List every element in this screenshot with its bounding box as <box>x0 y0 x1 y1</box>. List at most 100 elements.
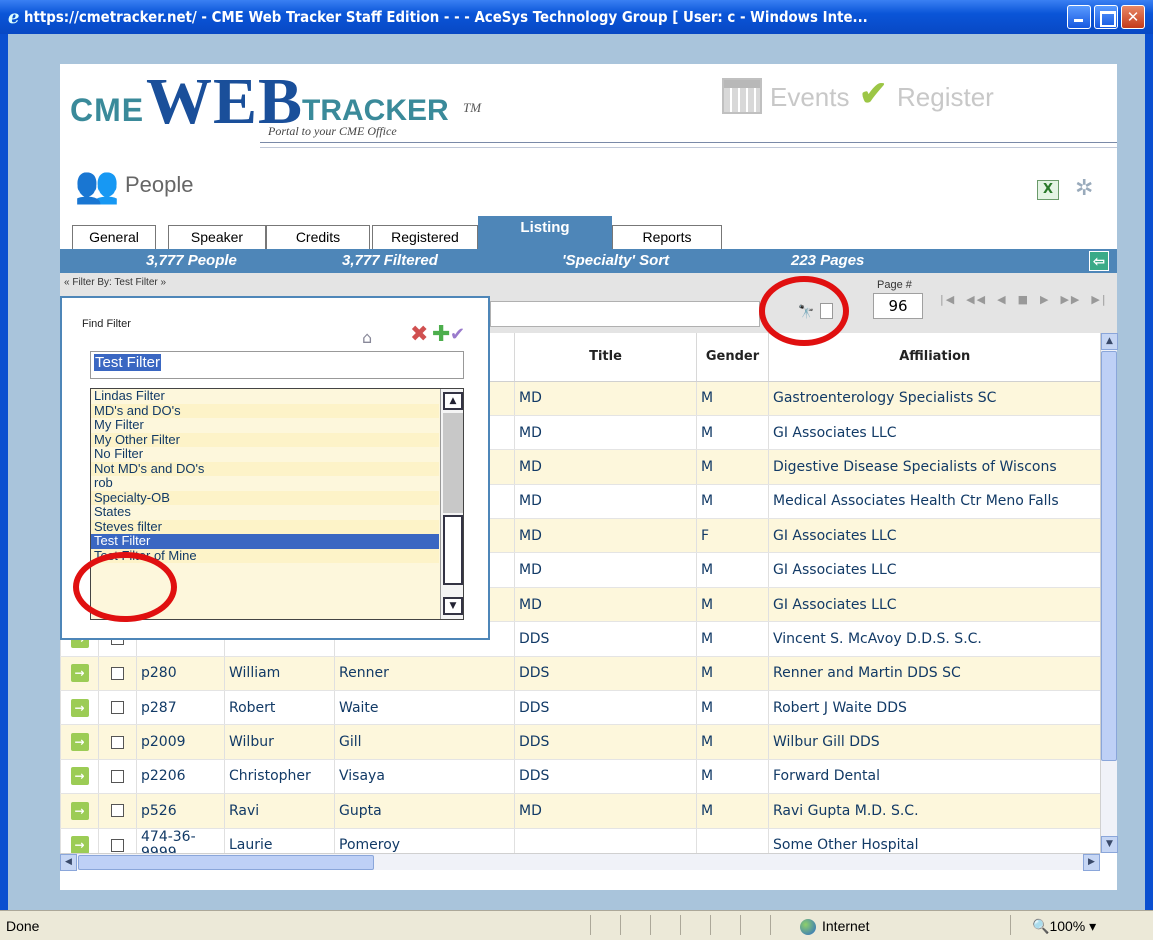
excel-export-icon[interactable]: X <box>1037 180 1059 200</box>
cell-affiliation: Wilbur Gill DDS <box>768 724 1100 760</box>
filter-list-item[interactable]: Steves filter <box>91 519 439 534</box>
stop-icon[interactable]: ■ <box>1018 293 1030 306</box>
next-page-icon[interactable]: ▶ <box>1040 293 1050 306</box>
prev-page-icon[interactable]: ◀ <box>997 293 1007 306</box>
table-row[interactable]: → p526 Ravi Gupta MD M Ravi Gupta M.D. S.C. <box>60 793 1100 829</box>
filter-list-item[interactable]: States <box>91 505 439 520</box>
config-icon[interactable]: ✲ <box>1075 176 1093 201</box>
row-go-cell: → <box>60 828 99 853</box>
new-document-icon[interactable] <box>820 303 833 319</box>
scroll-right-icon[interactable]: ▶ <box>1083 854 1100 871</box>
cell-title: MD <box>514 552 697 588</box>
close-button[interactable]: ✕ <box>1121 5 1145 29</box>
hscroll-thumb[interactable] <box>78 855 374 870</box>
filter-list-item[interactable]: Lindas Filter <box>91 389 439 404</box>
cell-title: MD <box>514 449 697 485</box>
zoom-label: 100% <box>1049 918 1086 934</box>
col-title[interactable]: Title <box>514 333 697 382</box>
back-arrow-icon[interactable]: ⇦ <box>1089 251 1109 271</box>
cell-id-text: p526 <box>141 802 177 819</box>
col-affiliation[interactable]: Affiliation <box>768 333 1100 382</box>
row-checkbox[interactable] <box>111 769 124 783</box>
tab-credits[interactable]: Credits <box>266 225 370 249</box>
row-checkbox[interactable] <box>111 735 124 749</box>
filter-name-input[interactable]: Test Filter <box>90 351 464 379</box>
filter-list-item[interactable]: Test Filter <box>91 534 439 549</box>
go-arrow-icon[interactable]: → <box>70 801 89 820</box>
home-icon[interactable]: ⌂ <box>362 328 372 347</box>
first-page-icon[interactable]: |◀ <box>940 293 956 306</box>
header-divider-light <box>260 147 1117 148</box>
row-checkbox[interactable] <box>111 701 124 715</box>
apply-icon[interactable]: ✔ <box>450 324 465 345</box>
go-arrow-icon[interactable]: → <box>70 698 89 717</box>
filter-list-item[interactable]: Test Filter of Mine <box>91 548 439 563</box>
filter-list-item[interactable]: Specialty-OB <box>91 490 439 505</box>
scroll-up-icon[interactable]: ▲ <box>1101 333 1118 350</box>
search-input[interactable] <box>490 301 760 327</box>
row-checkbox[interactable] <box>111 666 124 680</box>
go-arrow-icon[interactable]: → <box>70 664 89 683</box>
binoculars-icon[interactable]: 🔭 <box>798 305 814 320</box>
scroll-thumb[interactable] <box>1101 351 1117 761</box>
go-arrow-icon[interactable]: → <box>70 733 89 752</box>
go-arrow-icon[interactable]: → <box>70 836 89 853</box>
page-number-input[interactable]: 96 <box>873 293 923 319</box>
filter-list-item[interactable]: MD's and DO's <box>91 403 439 418</box>
add-icon[interactable]: ✚ <box>432 322 450 347</box>
status-divider <box>740 915 741 935</box>
maximize-button[interactable] <box>1094 5 1118 29</box>
table-row[interactable]: → p2009 Wilbur Gill DDS M Wilbur Gill DDS <box>60 724 1100 760</box>
tab-listing[interactable]: Listing <box>478 216 612 249</box>
tab-bar: General Speaker Credits Registered Listi… <box>60 216 1117 249</box>
filter-list-items: Lindas Filter MD's and DO's My Filter My Ot… <box>91 389 463 563</box>
filter-list-item[interactable]: No Filter <box>91 447 439 462</box>
tab-registered[interactable]: Registered <box>372 225 478 249</box>
filter-scroll-down-icon[interactable]: ▼ <box>443 597 463 615</box>
filter-list-item[interactable]: My Other Filter <box>91 432 439 447</box>
row-select-cell <box>98 828 137 853</box>
cell-title: DDS <box>514 656 697 692</box>
scroll-left-icon[interactable]: ◀ <box>60 854 77 871</box>
last-page-icon[interactable]: ▶| <box>1091 293 1107 306</box>
filter-by-link[interactable]: « Filter By: Test Filter » <box>64 277 166 288</box>
filter-scroll-thumb[interactable] <box>443 515 463 585</box>
tab-speaker[interactable]: Speaker <box>168 225 266 249</box>
row-checkbox[interactable] <box>111 838 124 852</box>
filter-list-item[interactable]: Not MD's and DO's <box>91 461 439 476</box>
cell-id-text: p2206 <box>141 768 186 785</box>
cell-gender: M <box>696 449 769 485</box>
filter-scroll-track[interactable] <box>443 413 463 513</box>
filter-list-item[interactable]: My Filter <box>91 418 439 433</box>
cell-last-name: Gill <box>334 724 515 760</box>
go-arrow-icon[interactable]: → <box>70 767 89 786</box>
cell-id-text: 474-36-9999 <box>141 829 196 853</box>
grid-horizontal-scrollbar[interactable]: ◀ ▶ <box>60 853 1100 871</box>
filter-list-scrollbar[interactable]: ▲ ▼ <box>440 389 463 619</box>
filter-list[interactable]: Lindas Filter MD's and DO's My Filter My Ot… <box>90 388 464 620</box>
cell-affiliation: Robert J Waite DDS <box>768 690 1100 726</box>
row-go-cell: → <box>60 793 99 829</box>
zoom-control[interactable]: 🔍100% ▾ <box>1032 918 1096 935</box>
cell-affiliation: Forward Dental <box>768 759 1100 795</box>
col-gender[interactable]: Gender <box>696 333 769 382</box>
cell-title: MD <box>514 381 697 416</box>
scroll-down-icon[interactable]: ▼ <box>1101 836 1118 853</box>
row-select-cell <box>98 724 137 760</box>
next-block-icon[interactable]: ▶▶ <box>1060 293 1081 306</box>
filter-list-item[interactable]: rob <box>91 476 439 491</box>
table-row[interactable]: → p2206 Christopher Visaya DDS M Forward Denta… <box>60 759 1100 795</box>
table-row[interactable]: → p280 William Renner DDS M Renner and Martin … <box>60 656 1100 692</box>
row-checkbox[interactable] <box>111 804 124 818</box>
app-page: CME WEB TRACKER TM Portal to your CME Of… <box>60 64 1118 890</box>
minimize-button[interactable] <box>1067 5 1091 29</box>
cell-affiliation: Digestive Disease Specialists of Wiscons <box>768 449 1100 485</box>
table-row[interactable]: → p287 Robert Waite DDS M Robert J Waite DDS <box>60 690 1100 726</box>
filter-scroll-up-icon[interactable]: ▲ <box>443 392 463 410</box>
delete-icon[interactable]: ✖ <box>410 322 428 347</box>
table-row[interactable]: → 474-36-9999 LauriePomeroy Some Other Hosp… <box>60 828 1100 853</box>
grid-vertical-scrollbar[interactable]: ▲ ▼ <box>1100 333 1118 853</box>
tab-general[interactable]: General <box>72 225 156 249</box>
tab-reports[interactable]: Reports <box>612 225 722 249</box>
prev-block-icon[interactable]: ◀◀ <box>966 293 987 306</box>
